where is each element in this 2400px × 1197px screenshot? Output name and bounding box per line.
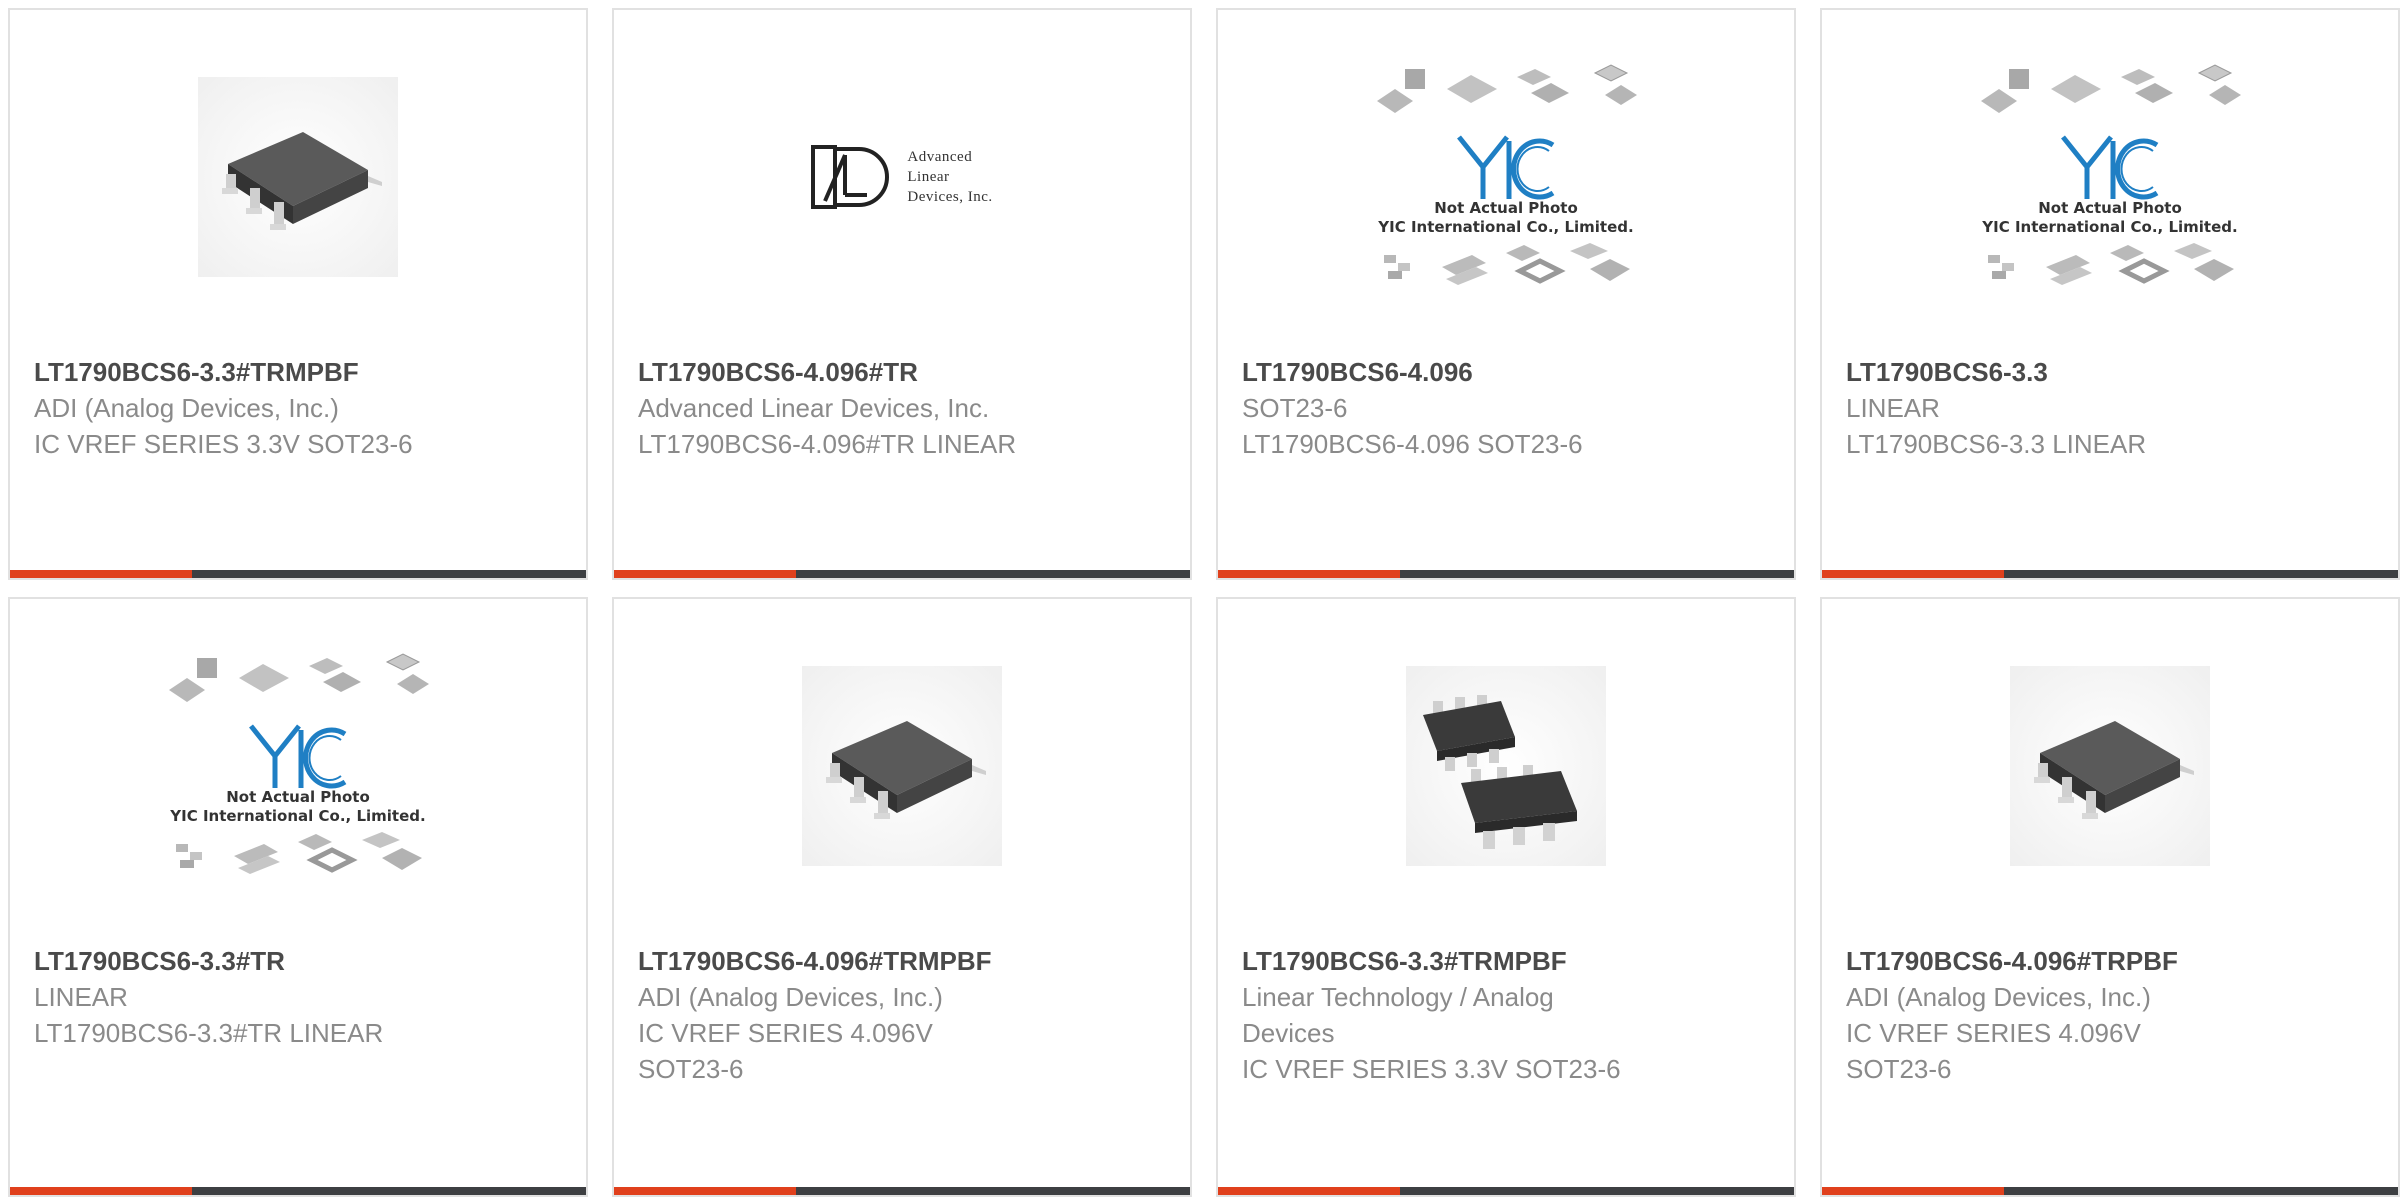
- ald-logo-line: Devices, Inc.: [907, 189, 993, 205]
- description: LT1790BCS6-4.096#TR LINEAR: [638, 429, 1017, 459]
- card-accent: [10, 570, 192, 578]
- description: IC VREF SERIES 4.096V: [1846, 1018, 2141, 1048]
- card-accent: [614, 1187, 796, 1195]
- manufacturer: Advanced Linear Devices, Inc.: [638, 393, 990, 423]
- product-card[interactable]: Not Actual Photo YIC International Co., …: [8, 597, 588, 1197]
- card-accent: [614, 570, 796, 578]
- description: LT1790BCS6-3.3 LINEAR: [1846, 429, 2147, 459]
- yic-caption-line: Not Actual Photo: [226, 788, 370, 806]
- product-thumbnail[interactable]: Not Actual Photo YIC International Co., …: [1218, 10, 1794, 344]
- description: SOT23-6: [1846, 1054, 1952, 1084]
- description: IC VREF SERIES 3.3V SOT23-6: [1242, 1054, 1621, 1084]
- product-thumbnail[interactable]: [10, 10, 586, 344]
- card-accent: [1822, 1187, 2004, 1195]
- card-footer-bar: [1218, 570, 1794, 578]
- yic-logo: [2061, 135, 2159, 200]
- product-info: LT1790BCS6-4.096#TRMPBF ADI (Analog Devi…: [638, 943, 1170, 1087]
- component-icons-bottom: [1384, 243, 1630, 285]
- component-icons-top: [169, 653, 429, 702]
- product-card[interactable]: LT1790BCS6-4.096#TRPBF ADI (Analog Devic…: [1820, 597, 2400, 1197]
- manufacturer: ADI (Analog Devices, Inc.): [638, 982, 943, 1012]
- ald-logo-line: Advanced: [907, 149, 973, 165]
- sot23-chip-image: [802, 666, 1002, 866]
- card-footer-bar: [614, 1187, 1190, 1195]
- sot23-chip-image: [198, 77, 398, 277]
- product-grid: LT1790BCS6-3.3#TRMPBF ADI (Analog Device…: [0, 0, 2400, 1197]
- product-info: LT1790BCS6-3.3#TRMPBF ADI (Analog Device…: [34, 354, 566, 462]
- manufacturer: Linear Technology / Analog: [1242, 982, 1554, 1012]
- yic-caption-line: Not Actual Photo: [2038, 199, 2182, 217]
- product-info: LT1790BCS6-4.096#TRPBF ADI (Analog Devic…: [1846, 943, 2378, 1087]
- yic-caption-line: YIC International Co., Limited.: [170, 807, 426, 825]
- yic-logo: [1457, 135, 1555, 200]
- component-icons-top: [1981, 64, 2241, 113]
- ald-logo: Advanced Linear Devices, Inc.: [811, 145, 992, 209]
- package: SOT23-6: [1242, 393, 1348, 423]
- card-accent: [1822, 570, 2004, 578]
- component-icons-bottom: [176, 832, 422, 874]
- yic-logo: [249, 724, 347, 789]
- product-info: LT1790BCS6-3.3#TRMPBF Linear Technology …: [1242, 943, 1774, 1087]
- product-thumbnail[interactable]: Not Actual Photo YIC International Co., …: [1822, 10, 2398, 344]
- manufacturer: Devices: [1242, 1018, 1335, 1048]
- yic-caption: Not Actual Photo YIC International Co., …: [1982, 199, 2237, 237]
- description: LT1790BCS6-3.3#TR LINEAR: [34, 1018, 384, 1048]
- card-footer-bar: [10, 1187, 586, 1195]
- yic-placeholder-image: Not Actual Photo YIC International Co., …: [163, 650, 433, 882]
- manufacturer: ADI (Analog Devices, Inc.): [1846, 982, 2151, 1012]
- product-card[interactable]: LT1790BCS6-4.096#TRMPBF ADI (Analog Devi…: [612, 597, 1192, 1197]
- yic-placeholder-image: Not Actual Photo YIC International Co., …: [1371, 61, 1641, 293]
- yic-caption-line: Not Actual Photo: [1434, 199, 1578, 217]
- manufacturer: LINEAR: [34, 982, 128, 1012]
- product-thumbnail[interactable]: [1218, 599, 1794, 933]
- product-info: LT1790BCS6-3.3#TR LINEAR LT1790BCS6-3.3#…: [34, 943, 566, 1051]
- sot23-chip-image: [2010, 666, 2210, 866]
- card-footer-bar: [1822, 1187, 2398, 1195]
- component-icons-bottom: [1988, 243, 2234, 285]
- yic-caption: Not Actual Photo YIC International Co., …: [170, 788, 425, 826]
- product-card[interactable]: Not Actual Photo YIC International Co., …: [1216, 8, 1796, 580]
- card-footer-bar: [1822, 570, 2398, 578]
- description: SOT23-6: [638, 1054, 744, 1084]
- product-info: LT1790BCS6-4.096#TR Advanced Linear Devi…: [638, 354, 1170, 462]
- sot23-chip-pair-image: [1406, 666, 1606, 866]
- part-number-link[interactable]: LT1790BCS6-4.096#TR: [638, 354, 1170, 390]
- product-card[interactable]: Advanced Linear Devices, Inc. LT1790BCS6…: [612, 8, 1192, 580]
- card-footer-bar: [1218, 1187, 1794, 1195]
- product-thumbnail[interactable]: [614, 599, 1190, 933]
- product-info: LT1790BCS6-4.096 SOT23-6 LT1790BCS6-4.09…: [1242, 354, 1774, 462]
- card-footer-bar: [614, 570, 1190, 578]
- card-accent: [1218, 570, 1400, 578]
- product-thumbnail[interactable]: [1822, 599, 2398, 933]
- ald-logo-mark: [811, 145, 890, 209]
- manufacturer: ADI (Analog Devices, Inc.): [34, 393, 339, 423]
- product-info: LT1790BCS6-3.3 LINEAR LT1790BCS6-3.3 LIN…: [1846, 354, 2378, 462]
- yic-placeholder-image: Not Actual Photo YIC International Co., …: [1975, 61, 2245, 293]
- description: IC VREF SERIES 3.3V SOT23-6: [34, 429, 413, 459]
- part-number-link[interactable]: LT1790BCS6-4.096#TRPBF: [1846, 943, 2378, 979]
- part-number-link[interactable]: LT1790BCS6-4.096#TRMPBF: [638, 943, 1170, 979]
- product-card[interactable]: LT1790BCS6-3.3#TRMPBF ADI (Analog Device…: [8, 8, 588, 580]
- description: LT1790BCS6-4.096 SOT23-6: [1242, 429, 1583, 459]
- card-footer-bar: [10, 570, 586, 578]
- yic-caption-line: YIC International Co., Limited.: [1982, 218, 2238, 236]
- component-icons-top: [1377, 64, 1637, 113]
- product-thumbnail[interactable]: Advanced Linear Devices, Inc.: [614, 10, 1190, 344]
- part-number-link[interactable]: LT1790BCS6-3.3#TRMPBF: [34, 354, 566, 390]
- yic-caption-line: YIC International Co., Limited.: [1378, 218, 1634, 236]
- card-accent: [10, 1187, 192, 1195]
- part-number-link[interactable]: LT1790BCS6-3.3#TRMPBF: [1242, 943, 1774, 979]
- product-thumbnail[interactable]: Not Actual Photo YIC International Co., …: [10, 599, 586, 933]
- ald-logo-line: Linear: [907, 169, 950, 185]
- yic-caption: Not Actual Photo YIC International Co., …: [1378, 199, 1633, 237]
- manufacturer: LINEAR: [1846, 393, 1940, 423]
- product-card[interactable]: Not Actual Photo YIC International Co., …: [1820, 8, 2400, 580]
- card-accent: [1218, 1187, 1400, 1195]
- part-number-link[interactable]: LT1790BCS6-3.3: [1846, 354, 2378, 390]
- product-card[interactable]: LT1790BCS6-3.3#TRMPBF Linear Technology …: [1216, 597, 1796, 1197]
- description: IC VREF SERIES 4.096V: [638, 1018, 933, 1048]
- part-number-link[interactable]: LT1790BCS6-3.3#TR: [34, 943, 566, 979]
- part-number-link[interactable]: LT1790BCS6-4.096: [1242, 354, 1774, 390]
